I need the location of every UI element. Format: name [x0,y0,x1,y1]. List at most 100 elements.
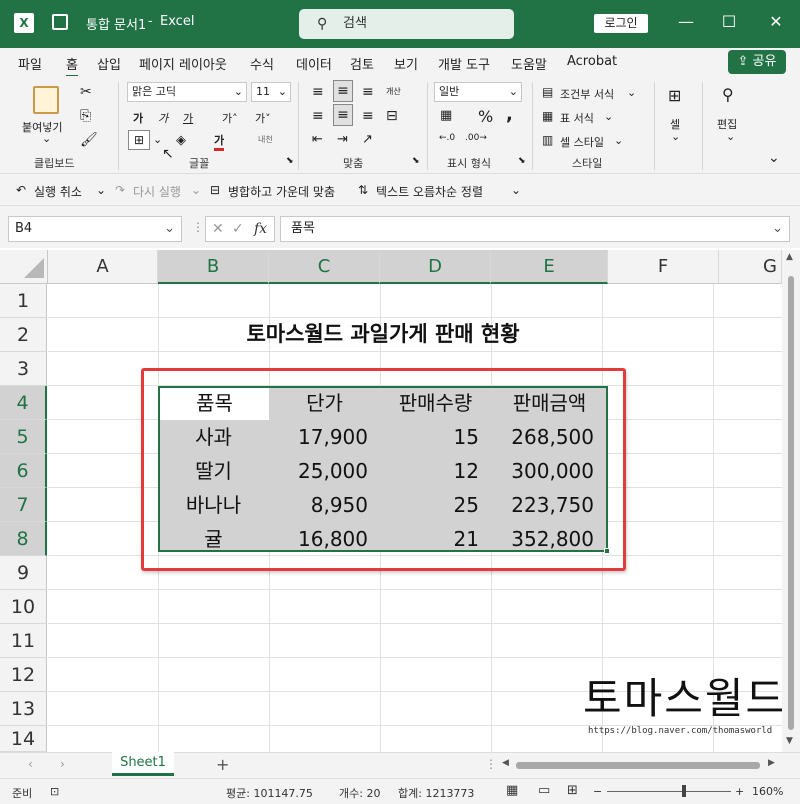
cancel-icon[interactable]: ✕ [212,217,224,241]
cell-item[interactable]: 바나나 [158,488,269,522]
comma-style-icon[interactable]: , [506,104,513,125]
sort-ascending-button[interactable]: 텍스트 오름차순 정렬 [376,183,483,200]
insert-function-button[interactable]: fx [254,217,267,241]
row-header[interactable]: 1 [0,284,47,318]
shrink-font-button[interactable]: 가˅ [255,110,271,126]
zoom-slider-thumb[interactable] [682,785,686,797]
tab-data[interactable]: 데이터 [296,54,332,73]
format-table-icon[interactable]: ▦ [542,109,553,123]
cell-price[interactable]: 25,000 [269,454,380,488]
page-break-view-icon[interactable]: ⊞ [567,783,578,798]
accessibility-icon[interactable]: ⊡ [50,785,59,798]
tab-insert[interactable]: 삽입 [97,54,121,73]
accounting-format-icon[interactable]: ▦ [440,108,452,123]
zoom-in-icon[interactable]: + [735,785,744,798]
add-sheet-button[interactable]: + [216,755,229,774]
copy-icon[interactable]: ⎘ [80,108,91,124]
horizontal-scroll-thumb[interactable] [516,762,760,769]
customize-qat-icon[interactable]: ⌄ [511,183,521,197]
conditional-format-icon[interactable]: ▤ [542,85,553,99]
font-size-select[interactable]: 11 ⌄ [251,82,291,102]
share-button[interactable]: ⇪ 공유 [728,50,786,74]
formula-input[interactable]: 품목 ⌄ [280,216,790,242]
cell-styles-icon[interactable]: ▥ [542,133,553,147]
row-header[interactable]: 7 [0,488,47,522]
chevron-down-icon[interactable]: ⌄ [671,130,680,143]
fill-color-icon[interactable]: ◈ [176,133,186,148]
sheet-tab-sheet1[interactable]: Sheet1 [112,752,174,776]
sort-ascending-icon[interactable]: ⇅ [358,183,368,197]
header-quantity[interactable]: 판매수량 [380,386,491,420]
zoom-out-icon[interactable]: − [593,785,602,798]
cell-item[interactable]: 사과 [158,420,269,454]
sheet-title[interactable]: 토마스월드 과일가게 판매 현황 [158,317,608,351]
tab-help[interactable]: 도움말 [511,54,547,73]
cells-icon[interactable]: ⊞ [668,86,681,105]
row-header[interactable]: 8 [0,522,47,556]
minimize-button[interactable]: — [676,12,696,31]
row-header[interactable]: 12 [0,658,47,692]
undo-icon[interactable]: ↶ [16,183,26,197]
cell-amount[interactable]: 352,800 [491,522,608,556]
italic-button[interactable]: 가 [158,110,168,126]
wrap-text-button[interactable]: 개산 [386,86,401,97]
zoom-slider[interactable] [607,791,731,792]
align-middle-icon[interactable]: ≡ [333,80,353,102]
expand-formula-icon[interactable]: ⌄ [772,217,783,241]
number-dialog-launcher-icon[interactable]: ⬊ [518,156,526,166]
font-dialog-launcher-icon[interactable]: ⬊ [286,156,294,166]
column-header-g[interactable]: G [719,250,782,284]
scroll-down-icon[interactable]: ▼ [786,736,793,746]
cell-item[interactable]: 딸기 [158,454,269,488]
cell-amount[interactable]: 300,000 [491,454,608,488]
format-table-button[interactable]: 표 서식 [560,110,594,126]
scroll-right-icon[interactable]: ▶ [768,758,775,768]
bold-button[interactable]: 가 [133,110,143,126]
chevron-down-icon[interactable]: ⌄ [96,183,106,197]
zoom-level[interactable]: 160% [752,785,783,798]
percent-icon[interactable]: % [478,107,493,126]
row-header[interactable]: 9 [0,556,47,590]
row-header[interactable]: 4 [0,386,47,420]
align-left-icon[interactable]: ≡ [312,108,324,124]
column-header-a[interactable]: A [48,250,158,284]
name-box[interactable]: B4 ⌄ [8,216,182,242]
chevron-down-icon[interactable]: ⌄ [191,183,201,197]
more-options-icon[interactable]: ⋮ [485,757,497,771]
chevron-down-icon[interactable]: ⌄ [614,134,623,147]
find-icon[interactable]: ⚲ [722,85,734,104]
prev-sheet-icon[interactable]: ‹ [28,757,33,771]
collapse-ribbon-icon[interactable]: ⌄ [768,150,780,166]
align-center-icon[interactable]: ≡ [333,104,353,126]
column-header-f[interactable]: F [608,250,719,284]
close-button[interactable]: ✕ [766,12,786,31]
increase-decimal-icon[interactable]: ←.0 [439,133,455,143]
cell-amount[interactable]: 268,500 [491,420,608,454]
number-format-select[interactable]: 일반 ⌄ [434,82,522,102]
alignment-dialog-launcher-icon[interactable]: ⬊ [412,156,420,166]
cell-quantity[interactable]: 25 [380,488,491,522]
vertical-scrollbar[interactable]: ▲ ▼ [782,250,800,752]
row-header[interactable]: 14 [0,726,47,752]
align-bottom-icon[interactable]: ≡ [362,84,374,100]
row-header[interactable]: 13 [0,692,47,726]
row-header[interactable]: 3 [0,352,47,386]
row-header[interactable]: 10 [0,590,47,624]
header-price[interactable]: 단가 [269,386,380,420]
enter-icon[interactable]: ✓ [232,217,244,241]
merge-center-button[interactable]: 병합하고 가운데 맞춤 [228,183,335,200]
redo-button[interactable]: 다시 실행 [133,183,181,200]
font-name-select[interactable]: 맑은 고딕 ⌄ [127,82,247,102]
underline-button[interactable]: 가 [183,110,193,126]
maximize-button[interactable]: ☐ [719,12,739,31]
tab-home[interactable]: 홈 [66,54,78,78]
more-options-icon[interactable]: ⋮ [192,220,204,234]
borders-dropdown-icon[interactable]: ⌄ [153,133,162,146]
tab-page-layout[interactable]: 페이지 레이아웃 [139,54,227,73]
header-amount[interactable]: 판매금액 [491,386,608,420]
tab-acrobat[interactable]: Acrobat [567,54,617,69]
align-top-icon[interactable]: ≡ [312,84,324,100]
font-color-button[interactable]: 가 [214,132,225,151]
row-header[interactable]: 2 [0,318,47,352]
cell-quantity[interactable]: 12 [380,454,491,488]
